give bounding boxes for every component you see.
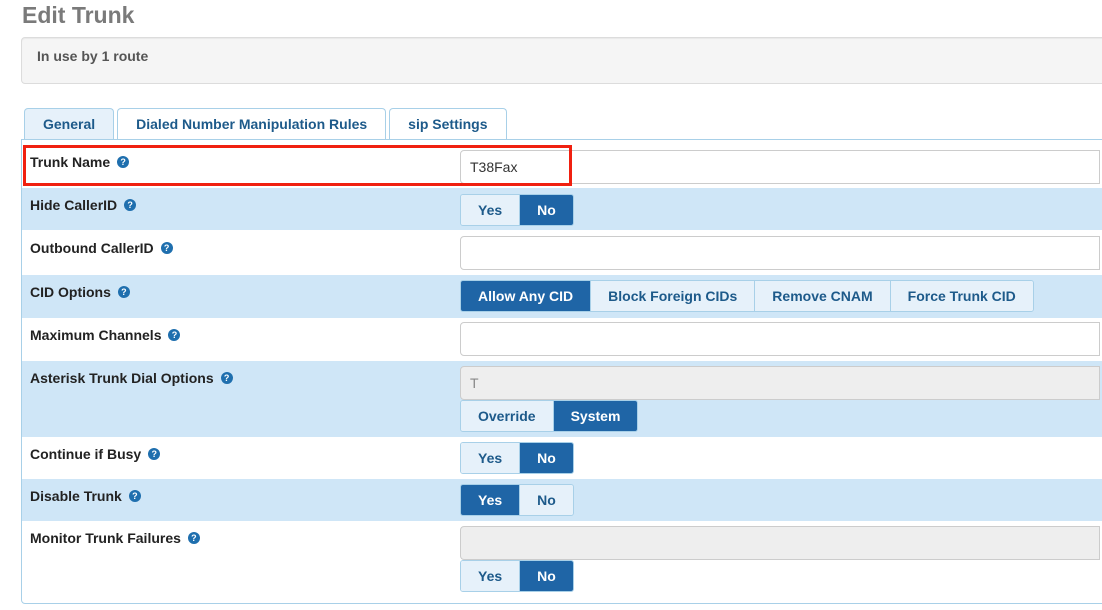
tab-dialed-number-rules[interactable]: Dialed Number Manipulation Rules bbox=[117, 108, 387, 140]
dial-options-input[interactable] bbox=[460, 366, 1100, 400]
disable-trunk-toggle: Yes No bbox=[460, 484, 574, 516]
page-title: Edit Trunk bbox=[22, 2, 135, 28]
cid-options-group: Allow Any CID Block Foreign CIDs Remove … bbox=[460, 280, 1034, 312]
hide-callerid-toggle: Yes No bbox=[460, 194, 574, 226]
hide-callerid-no-button[interactable]: No bbox=[520, 195, 573, 225]
help-icon[interactable]: ? bbox=[148, 448, 161, 460]
dial-options-label: Asterisk Trunk Dial Options ? bbox=[30, 370, 233, 386]
tab-sip-settings[interactable]: sip Settings bbox=[389, 108, 507, 140]
hide-callerid-yes-button[interactable]: Yes bbox=[461, 195, 521, 225]
monitor-failures-input[interactable] bbox=[460, 526, 1100, 560]
max-channels-input[interactable] bbox=[460, 322, 1100, 356]
help-icon[interactable]: ? bbox=[220, 372, 233, 384]
max-channels-label: Maximum Channels ? bbox=[30, 327, 181, 343]
continue-if-busy-toggle: Yes No bbox=[460, 442, 574, 474]
trunk-name-input[interactable] bbox=[460, 150, 1100, 184]
usage-info-well: In use by 1 route bbox=[21, 37, 1102, 84]
monitor-failures-toggle: Yes No bbox=[460, 560, 574, 592]
help-icon[interactable]: ? bbox=[128, 490, 141, 502]
cid-options-label: CID Options ? bbox=[30, 284, 130, 300]
monitor-failures-label: Monitor Trunk Failures ? bbox=[30, 530, 200, 546]
cid-remove-cnam-button[interactable]: Remove CNAM bbox=[755, 281, 891, 311]
disable-trunk-yes-button[interactable]: Yes bbox=[461, 485, 521, 515]
help-icon[interactable]: ? bbox=[160, 242, 173, 254]
help-icon[interactable]: ? bbox=[168, 329, 181, 341]
dial-options-toggle: Override System bbox=[460, 400, 639, 432]
tab-general[interactable]: General bbox=[24, 108, 115, 140]
usage-note: In use by 1 route bbox=[37, 48, 149, 64]
cid-block-foreign-button[interactable]: Block Foreign CIDs bbox=[591, 281, 756, 311]
disable-trunk-no-button[interactable]: No bbox=[520, 485, 573, 515]
continue-if-busy-label: Continue if Busy ? bbox=[30, 446, 161, 462]
cid-allow-any-button[interactable]: Allow Any CID bbox=[461, 281, 592, 311]
help-icon[interactable]: ? bbox=[187, 532, 200, 544]
trunk-name-label: Trunk Name ? bbox=[30, 154, 130, 170]
disable-trunk-label: Disable Trunk ? bbox=[30, 488, 141, 504]
outbound-callerid-label: Outbound CallerID ? bbox=[30, 240, 173, 256]
outbound-callerid-input[interactable] bbox=[460, 236, 1100, 270]
tab-bar: General Dialed Number Manipulation Rules… bbox=[24, 108, 507, 140]
help-icon[interactable]: ? bbox=[117, 156, 130, 168]
dial-options-override-button[interactable]: Override bbox=[461, 401, 554, 431]
help-icon[interactable]: ? bbox=[117, 286, 130, 298]
hide-callerid-label: Hide CallerID ? bbox=[30, 197, 137, 213]
help-icon[interactable]: ? bbox=[124, 199, 137, 211]
monitor-failures-yes-button[interactable]: Yes bbox=[461, 561, 521, 591]
monitor-failures-no-button[interactable]: No bbox=[520, 561, 573, 591]
continue-if-busy-no-button[interactable]: No bbox=[520, 443, 573, 473]
dial-options-system-button[interactable]: System bbox=[553, 401, 638, 431]
continue-if-busy-yes-button[interactable]: Yes bbox=[461, 443, 521, 473]
cid-force-trunk-button[interactable]: Force Trunk CID bbox=[890, 281, 1033, 311]
